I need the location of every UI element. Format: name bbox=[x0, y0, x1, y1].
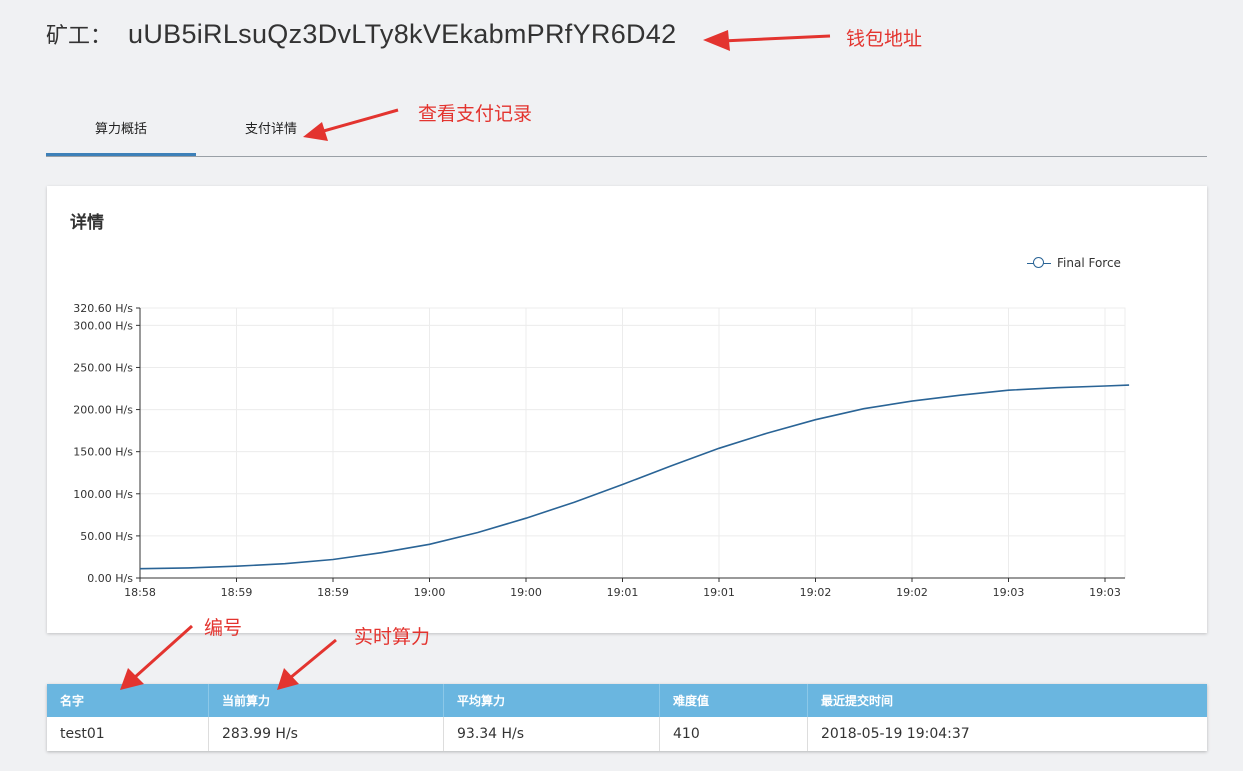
column-header-last-submit-time[interactable]: 最近提交时间 bbox=[808, 684, 1207, 717]
annotation-id: 编号 bbox=[204, 617, 243, 639]
x-tick-label: 18:58 bbox=[124, 586, 156, 599]
y-tick-label: 300.00 H/s bbox=[73, 319, 133, 332]
annotation-wallet-address: 钱包地址 bbox=[846, 28, 923, 50]
x-tick-label: 19:03 bbox=[1089, 586, 1121, 599]
tab-payment-details[interactable]: 支付详情 bbox=[196, 105, 346, 155]
miner-label: 矿工： bbox=[46, 24, 113, 49]
table-header: 名字 当前算力 平均算力 难度值 最近提交时间 bbox=[47, 684, 1207, 717]
y-tick-label: 150.00 H/s bbox=[73, 446, 133, 459]
column-header-average-hashrate[interactable]: 平均算力 bbox=[444, 684, 660, 717]
column-header-name[interactable]: 名字 bbox=[47, 684, 209, 717]
miner-title: 矿工： uUB5iRLsuQz3DvLTy8kVEkabmPRfYR6D42 bbox=[46, 18, 676, 58]
x-tick-label: 19:02 bbox=[800, 586, 832, 599]
x-tick-label: 18:59 bbox=[221, 586, 253, 599]
arrow-to-hashrate-column-icon bbox=[277, 638, 337, 690]
cell-current-hashrate: 283.99 H/s bbox=[209, 717, 444, 751]
x-tick-label: 19:02 bbox=[896, 586, 928, 599]
column-header-difficulty[interactable]: 难度值 bbox=[660, 684, 808, 717]
y-tick-label: 0.00 H/s bbox=[87, 572, 133, 585]
cell-last-submit-time: 2018-05-19 19:04:37 bbox=[821, 726, 970, 742]
arrow-to-address-icon bbox=[703, 30, 831, 51]
worker-table: 名字 当前算力 平均算力 难度值 最近提交时间 test01 283.99 H/… bbox=[47, 684, 1207, 751]
x-tick-label: 19:01 bbox=[703, 586, 735, 599]
cell-average-hashrate: 93.34 H/s bbox=[444, 717, 660, 751]
y-tick-label: 100.00 H/s bbox=[73, 488, 133, 501]
y-tick-label: 320.60 H/s bbox=[73, 302, 133, 315]
annotation-realtime-hashrate: 实时算力 bbox=[354, 626, 431, 648]
column-header-current-hashrate[interactable]: 当前算力 bbox=[209, 684, 444, 717]
cell-worker-name: test01 bbox=[47, 717, 209, 751]
x-tick-label: 19:00 bbox=[510, 586, 542, 599]
cell-difficulty: 410 bbox=[660, 717, 808, 751]
details-card: 详情 Final Force 0.00 H/s 50.00 H/s 100.00 H… bbox=[47, 186, 1207, 633]
annotation-payment-records: 查看支付记录 bbox=[418, 103, 533, 125]
y-tick-label: 200.00 H/s bbox=[73, 404, 133, 417]
x-tick-label: 18:59 bbox=[317, 586, 349, 599]
y-tick-label: 250.00 H/s bbox=[73, 361, 133, 374]
table-row: test01 283.99 H/s 93.34 H/s 410 2018-05-… bbox=[47, 717, 1207, 751]
plot-area bbox=[139, 307, 1126, 579]
wallet-address: uUB5iRLsuQz3DvLTy8kVEkabmPRfYR6D42 bbox=[128, 19, 677, 49]
series-line-final-force bbox=[139, 384, 1130, 570]
y-tick-label: 50.00 H/s bbox=[80, 530, 133, 543]
tab-bar: 算力概括 支付详情 bbox=[46, 105, 1207, 157]
arrow-to-name-column-icon bbox=[120, 624, 194, 690]
hashrate-chart: 0.00 H/s 50.00 H/s 100.00 H/s 150.00 H/s 200… bbox=[73, 302, 1130, 599]
x-tick-label: 19:00 bbox=[414, 586, 446, 599]
x-tick-label: 19:01 bbox=[607, 586, 639, 599]
x-tick-label: 19:03 bbox=[993, 586, 1025, 599]
tab-hashrate-overview[interactable]: 算力概括 bbox=[46, 105, 196, 156]
